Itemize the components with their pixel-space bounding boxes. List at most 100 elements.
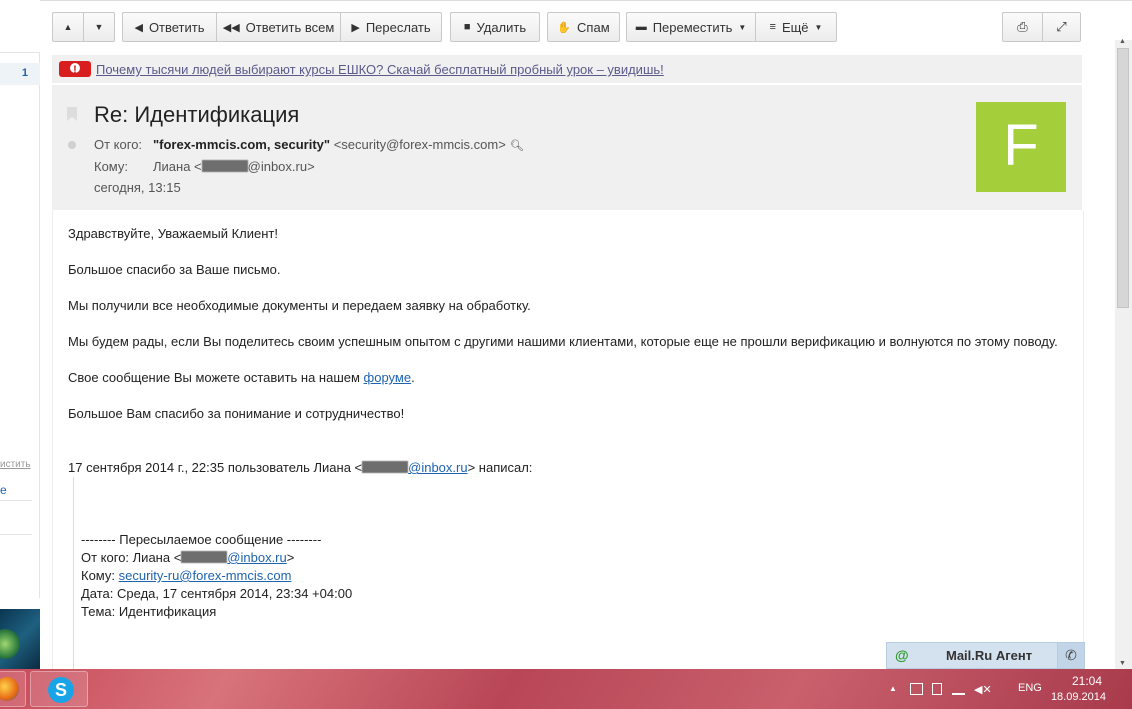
quote-from-link[interactable]: @inbox.ru xyxy=(227,550,286,565)
quote-to-text: Кому: xyxy=(81,568,119,583)
forum-link[interactable]: форуме xyxy=(364,370,412,385)
quote-subject: Тема: Идентификация xyxy=(81,604,217,619)
clock-date[interactable]: 18.09.2014 xyxy=(1051,691,1106,703)
print-button[interactable]: ⎙ xyxy=(1002,12,1043,42)
unread-count: 1 xyxy=(21,67,28,79)
message-header: Re: Идентификация От кого: "forex-mmcis.c… xyxy=(52,85,1082,210)
date-text: сегодня, 13:15 xyxy=(94,180,181,195)
arrow-up-icon: ▲ xyxy=(63,22,73,32)
volume-muted-icon[interactable]: ◀✕ xyxy=(974,683,992,696)
body-paragraph: Мы будем рады, если Вы поделитесь своим … xyxy=(68,334,1058,349)
vertical-scrollbar[interactable]: ▲ ▼ xyxy=(1115,38,1132,669)
usb-device-icon[interactable] xyxy=(932,683,942,695)
caret-down-icon: ▼ xyxy=(738,22,747,32)
from-row: От кого: "forex-mmcis.com, security" <sec… xyxy=(94,137,524,152)
skype-taskbar-button[interactable]: S xyxy=(30,671,88,707)
fullscreen-button[interactable]: ⤢ xyxy=(1043,12,1081,42)
sender-email[interactable]: <security@forex-mmcis.com> xyxy=(334,137,506,152)
quote-to-link[interactable]: security-ru@forex-mmcis.com xyxy=(119,568,292,583)
forum-suffix: . xyxy=(411,370,415,385)
redacted-text xyxy=(362,461,409,473)
forward-separator: -------- Пересылаемое сообщение -------- xyxy=(81,532,322,547)
spam-button[interactable]: ✋ Спам xyxy=(547,12,620,42)
scrollbar-thumb[interactable] xyxy=(1117,48,1129,308)
caret-down-icon: ▼ xyxy=(814,22,823,32)
mailru-agent-widget[interactable]: @ Mail.Ru Агент ✆ xyxy=(886,642,1085,669)
search-icon[interactable]: 🔍︎ xyxy=(510,140,524,152)
more-button[interactable]: ≡ Ещё ▼ xyxy=(756,12,837,42)
scroll-up-icon[interactable]: ▲ xyxy=(1119,38,1126,45)
redacted-text xyxy=(201,160,248,172)
scroll-down-icon[interactable]: ▼ xyxy=(1119,660,1126,667)
sender-name[interactable]: "forex-mmcis.com, security" xyxy=(153,137,330,152)
to-label: Кому: xyxy=(94,159,128,174)
forward-button[interactable]: ▶ Переслать xyxy=(341,12,442,42)
agent-at-icon: @ xyxy=(895,647,909,663)
quote-border xyxy=(73,477,74,669)
folder-icon: ▬ xyxy=(635,21,647,33)
forum-text: Свое сообщение Вы можете оставить на наш… xyxy=(68,370,364,385)
reply-label: Ответить xyxy=(148,19,205,35)
phone-icon[interactable]: ✆ xyxy=(1057,643,1084,668)
signal-bars-icon[interactable] xyxy=(952,683,965,695)
recipient-name[interactable]: Лиана < xyxy=(153,159,202,174)
divider xyxy=(0,500,32,501)
forward-label: Переслать xyxy=(365,19,431,35)
printer-icon: ⎙ xyxy=(1017,19,1028,34)
message-subject: Re: Идентификация xyxy=(94,102,300,127)
sidebar-panel xyxy=(0,52,40,598)
clear-link[interactable]: истить xyxy=(0,459,31,470)
from-label: От кого: xyxy=(94,137,143,152)
move-label: Переместить xyxy=(652,19,733,35)
body-paragraph: Свое сообщение Вы можете оставить на наш… xyxy=(68,370,415,385)
folder-sidebar: 1 истить е xyxy=(0,0,40,669)
quote-header: 17 сентября 2014 г., 22:35 пользователь … xyxy=(68,460,532,475)
recipient-domain[interactable]: @inbox.ru> xyxy=(248,159,315,174)
reply-all-button[interactable]: ◀◀ Ответить всем xyxy=(217,12,341,42)
flag-icon[interactable] xyxy=(67,107,77,121)
sidebar-link[interactable]: е xyxy=(0,483,7,497)
system-tray: ▲ ◀✕ ENG 21:04 18.09.2014 xyxy=(882,669,1132,709)
divider xyxy=(0,534,32,535)
sidebar-ad-image[interactable] xyxy=(0,609,40,669)
reply-icon: ◀ xyxy=(134,21,143,34)
reply-all-label: Ответить всем xyxy=(245,19,335,35)
trash-icon: ■ xyxy=(463,21,471,33)
reply-all-icon: ◀◀ xyxy=(222,21,240,34)
prev-message-button[interactable]: ▲ xyxy=(52,12,84,42)
to-row: Кому: Лиана < @inbox.ru> xyxy=(94,159,315,174)
ad-banner: ! Почему тысячи людей выбирают курсы ЕШК… xyxy=(52,55,1082,83)
move-button[interactable]: ▬ Переместить ▼ xyxy=(626,12,756,42)
top-border xyxy=(0,0,1132,5)
language-indicator[interactable]: ENG xyxy=(1018,682,1042,694)
menu-icon: ≡ xyxy=(769,21,776,33)
sidebar-item-inbox[interactable]: 1 xyxy=(0,63,40,85)
delete-button[interactable]: ■ Удалить xyxy=(450,12,540,42)
sender-avatar: F xyxy=(976,102,1066,192)
read-status-icon[interactable] xyxy=(68,141,76,149)
spam-label: Спам xyxy=(577,19,610,35)
body-paragraph: Большое спасибо за Ваше письмо. xyxy=(68,262,281,277)
quote-email-link[interactable]: @inbox.ru xyxy=(408,460,467,475)
next-message-button[interactable]: ▼ xyxy=(84,12,115,42)
firefox-taskbar-button[interactable] xyxy=(0,671,26,707)
body-paragraph: Мы получили все необходимые документы и … xyxy=(68,298,531,313)
quote-header-suffix: > написал: xyxy=(467,460,533,475)
network-adapter-icon[interactable] xyxy=(910,683,923,695)
quote-from-text: От кого: Лиана < xyxy=(81,550,182,565)
more-label: Ещё xyxy=(781,19,809,35)
message-body: Здравствуйте, Уважаемый Клиент! Большое … xyxy=(52,211,1084,669)
body-paragraph: Большое Вам спасибо за понимание и сотру… xyxy=(68,406,405,421)
reply-button[interactable]: ◀ Ответить xyxy=(122,12,217,42)
tray-expand-icon[interactable]: ▲ xyxy=(889,684,897,693)
clock-time[interactable]: 21:04 xyxy=(1072,674,1102,688)
body-paragraph: Здравствуйте, Уважаемый Клиент! xyxy=(68,226,278,241)
quote-date: Дата: Среда, 17 сентября 2014, 23:34 +04… xyxy=(81,586,353,601)
windows-taskbar: S ▲ ◀✕ ENG 21:04 18.09.2014 xyxy=(0,669,1132,709)
expand-icon: ⤢ xyxy=(1056,19,1067,34)
skype-icon: S xyxy=(48,677,74,703)
ad-banner-link[interactable]: Почему тысячи людей выбирают курсы ЕШКО?… xyxy=(96,62,664,77)
message-date: сегодня, 13:15 xyxy=(94,180,181,195)
message-toolbar: ▲ ▼ ◀ Ответить ◀◀ Ответить всем ▶ Переслать… xyxy=(52,12,1082,46)
redacted-text xyxy=(181,551,228,563)
